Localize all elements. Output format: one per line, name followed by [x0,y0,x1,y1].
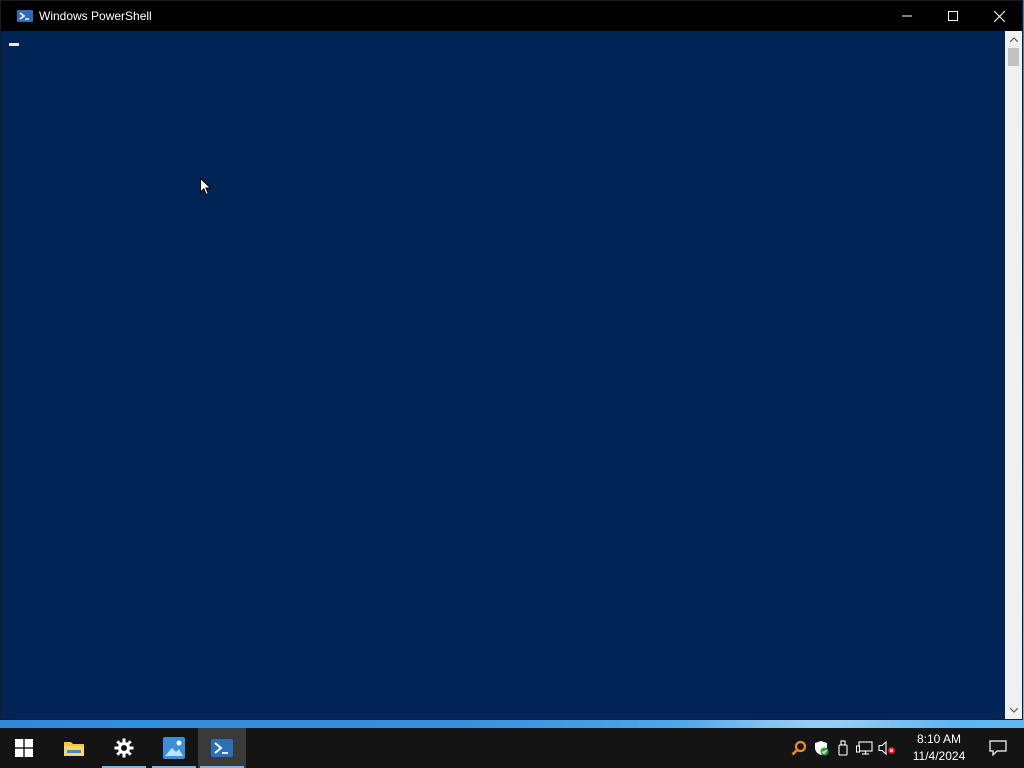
maximize-icon [948,11,958,21]
action-center-icon [989,740,1007,756]
maximize-button[interactable] [930,1,976,31]
folder-icon [64,742,84,756]
close-button[interactable] [976,1,1022,31]
mouse-pointer-icon [200,177,212,201]
file-explorer-button[interactable] [50,728,98,768]
console-area[interactable] [1,31,999,719]
action-center-button[interactable] [976,728,1020,768]
clock-time: 8:10 AM [916,732,962,746]
minimize-icon [902,15,912,17]
title-bar[interactable]: Windows PowerShell [1,1,1022,31]
scroll-thumb[interactable] [1008,48,1019,66]
settings-button[interactable] [100,728,148,768]
system-tray [788,728,898,768]
gear-icon [114,738,134,758]
chevron-up-icon [1009,37,1018,42]
window-controls [884,1,1022,31]
powershell-taskbar-button[interactable] [198,728,246,768]
scroll-up-button[interactable] [1005,31,1022,48]
powershell-window: Windows PowerShell [0,0,1023,720]
window-title: Windows PowerShell [39,9,152,23]
text-cursor [9,43,19,46]
photos-icon [163,737,185,759]
volume-muted-icon[interactable] [876,728,898,768]
chevron-down-icon [1009,708,1018,713]
taskbar: 8:10 AM 11/4/2024 [0,728,1024,768]
minimize-button[interactable] [884,1,930,31]
start-button[interactable] [0,728,48,768]
clock-date: 11/4/2024 [912,749,966,763]
close-icon [993,10,1005,22]
taskbar-clock[interactable]: 8:10 AM 11/4/2024 [904,728,974,768]
scroll-down-button[interactable] [1005,702,1022,719]
powershell-icon[interactable] [17,8,33,24]
search-tool-icon[interactable] [788,728,810,768]
windows-logo-icon [15,739,33,757]
powershell-icon [211,739,233,757]
usb-device-icon[interactable] [832,728,854,768]
network-icon[interactable] [854,728,876,768]
photos-button[interactable] [150,728,198,768]
security-shield-icon[interactable] [810,728,832,768]
vertical-scrollbar[interactable] [1005,31,1022,719]
